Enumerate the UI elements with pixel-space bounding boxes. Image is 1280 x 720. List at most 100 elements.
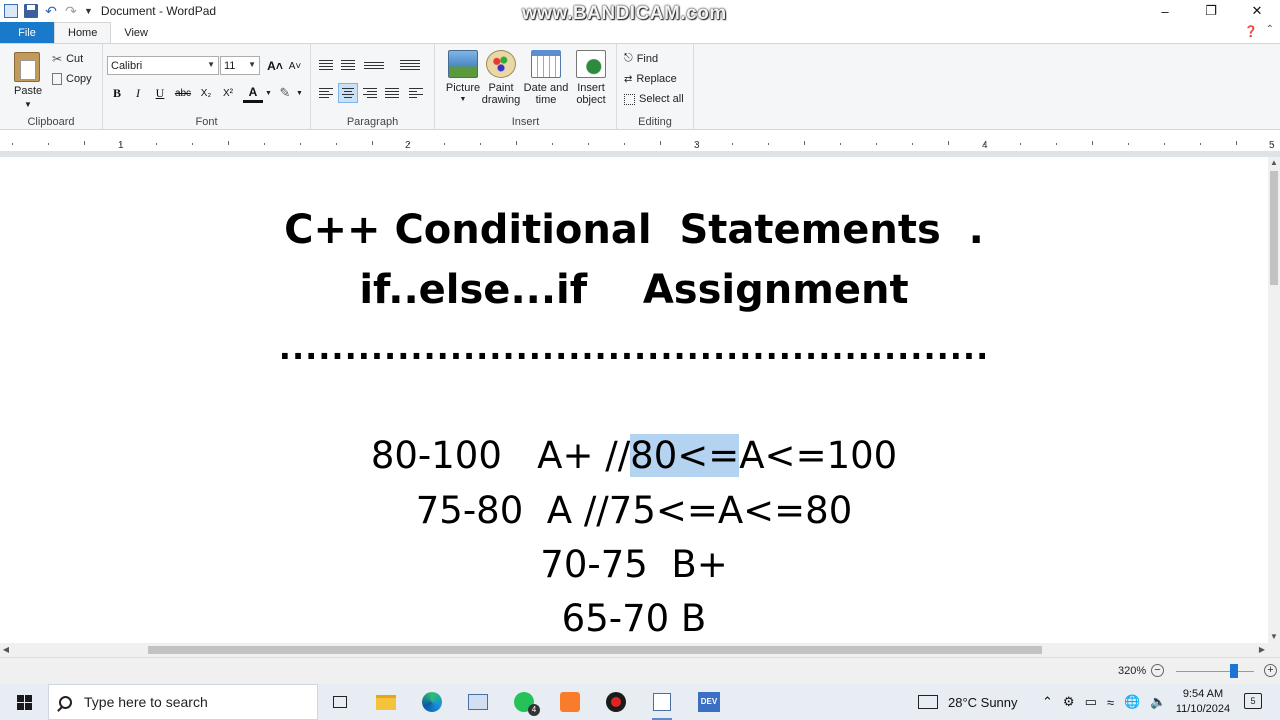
- bullet-list-icon[interactable]: [361, 55, 387, 75]
- chevron-down-icon[interactable]: ▼: [265, 90, 272, 97]
- chevron-down-icon[interactable]: ▼: [296, 90, 303, 97]
- date-time-button[interactable]: Date and time: [523, 50, 569, 106]
- redo-icon[interactable]: ↷: [64, 4, 78, 18]
- battery-icon[interactable]: ▭: [1085, 694, 1097, 710]
- start-button[interactable]: [0, 684, 48, 720]
- language-globe-icon[interactable]: 🌐: [1124, 694, 1140, 710]
- ruler-tick: [1164, 143, 1165, 145]
- dev-glyph: DEV: [698, 692, 720, 712]
- italic-button[interactable]: I: [128, 83, 148, 103]
- weather-widget[interactable]: 28°C Sunny: [918, 684, 1018, 720]
- shrink-font-icon[interactable]: A˅: [285, 56, 305, 76]
- ruler-tick: [1272, 143, 1273, 145]
- paragraph-group: Paragraph: [311, 44, 435, 130]
- xampp-icon[interactable]: [558, 690, 582, 714]
- strikethrough-button[interactable]: abc: [173, 83, 193, 103]
- horizontal-scroll-thumb[interactable]: [148, 646, 1042, 654]
- window-title: Document - WordPad: [100, 4, 217, 18]
- whatsapp-icon[interactable]: 4: [512, 690, 540, 716]
- ruler-tick: [480, 143, 481, 145]
- increase-indent-icon[interactable]: [338, 55, 358, 75]
- font-size-select[interactable]: 11 ▼: [220, 56, 260, 75]
- collapse-ribbon-icon[interactable]: ⌃: [1266, 24, 1274, 35]
- show-hidden-icons-icon[interactable]: ⌃: [1042, 694, 1053, 710]
- scroll-right-icon[interactable]: ▶: [1256, 643, 1268, 657]
- text-color-button[interactable]: A: [243, 83, 263, 103]
- taskbar-search-box[interactable]: Type here to search: [48, 684, 318, 720]
- font-family-value: Calibri: [111, 59, 143, 72]
- wordpad-taskbar-icon[interactable]: [650, 690, 674, 720]
- horizontal-scrollbar[interactable]: ◀ ▶: [0, 643, 1268, 657]
- vertical-scroll-thumb[interactable]: [1270, 171, 1278, 285]
- replace-button[interactable]: ⇄ Replace: [624, 73, 677, 85]
- align-center-icon[interactable]: [338, 83, 358, 103]
- dev-cpp-icon[interactable]: DEV: [697, 690, 721, 714]
- bold-button[interactable]: B: [107, 83, 127, 103]
- paragraph-group-label: Paragraph: [346, 116, 399, 128]
- find-button[interactable]: ⎋ Find: [624, 52, 658, 65]
- wordpad-app-icon[interactable]: [4, 4, 18, 18]
- close-button[interactable]: ✕: [1234, 0, 1280, 22]
- edge-browser-icon[interactable]: [420, 690, 444, 714]
- task-view-icon[interactable]: [328, 690, 352, 714]
- document-canvas[interactable]: C++ Conditional Statements . if..else...…: [0, 157, 1268, 643]
- zoom-slider-track[interactable]: [1176, 671, 1254, 672]
- tab-view[interactable]: View: [111, 22, 161, 43]
- select-all-button[interactable]: Select all: [624, 93, 684, 105]
- meet-now-icon[interactable]: ⚙: [1063, 694, 1075, 710]
- paste-icon[interactable]: [14, 52, 40, 82]
- file-explorer-icon[interactable]: [374, 690, 398, 714]
- scroll-up-icon[interactable]: ▲: [1268, 157, 1280, 169]
- decrease-indent-icon[interactable]: [316, 55, 336, 75]
- volume-icon[interactable]: 🔈: [1150, 694, 1166, 710]
- taskbar: Type here to search 4 DEV 28°C Sunny ⌃ ⚙…: [0, 684, 1280, 720]
- paste-button[interactable]: Paste: [14, 85, 42, 97]
- palette-icon: [486, 50, 516, 78]
- insert-object-button[interactable]: Insert object: [569, 50, 613, 106]
- maximize-button[interactable]: ❐: [1188, 0, 1234, 22]
- ruler-tick: [1200, 143, 1201, 145]
- align-left-icon[interactable]: [316, 83, 336, 103]
- grow-font-icon[interactable]: A˄: [265, 56, 285, 76]
- doc-grade-line-3: 70-75 B+: [540, 543, 728, 586]
- paste-dropdown-icon[interactable]: ▼: [24, 100, 32, 109]
- vertical-scrollbar[interactable]: ▲ ▼: [1268, 157, 1280, 643]
- customize-toolbar-icon[interactable]: ▼: [84, 6, 93, 16]
- ruler[interactable]: 1 2 3 4 5: [0, 131, 1280, 157]
- underline-button[interactable]: U: [150, 83, 170, 103]
- ruler-tick: [192, 143, 193, 145]
- help-icon[interactable]: ❓: [1244, 25, 1258, 38]
- insert-group: Picture ▼ Paint drawing Date and time In…: [435, 44, 617, 130]
- align-right-icon[interactable]: [360, 83, 380, 103]
- control-panel-icon[interactable]: [466, 690, 490, 714]
- ruler-tick: [1020, 143, 1021, 145]
- copy-button[interactable]: Copy: [52, 73, 92, 85]
- superscript-button[interactable]: X²: [218, 83, 238, 103]
- wifi-icon[interactable]: ≈: [1107, 695, 1114, 710]
- highlight-icon[interactable]: ✎: [275, 83, 295, 103]
- select-all-icon: [624, 93, 635, 105]
- line-spacing-icon[interactable]: [397, 55, 423, 75]
- tab-home[interactable]: Home: [54, 22, 112, 43]
- ruler-tick: [1092, 141, 1093, 145]
- taskbar-clock[interactable]: 9:54 AM 11/10/2024: [1172, 687, 1234, 717]
- minimize-button[interactable]: –: [1142, 0, 1188, 22]
- justify-icon[interactable]: [382, 83, 402, 103]
- monitor-glyph: [468, 694, 488, 710]
- font-family-select[interactable]: Calibri ▼: [107, 56, 219, 75]
- save-icon[interactable]: [24, 4, 38, 18]
- ruler-number: 2: [405, 140, 411, 151]
- paragraph-settings-icon[interactable]: [406, 83, 426, 103]
- subscript-button[interactable]: X₂: [196, 83, 216, 103]
- undo-icon[interactable]: ↶: [44, 4, 58, 18]
- notification-center-icon[interactable]: 5: [1244, 693, 1262, 709]
- bandicam-record-icon[interactable]: [604, 690, 628, 714]
- cut-button[interactable]: ✂ Cut: [52, 52, 83, 66]
- scroll-down-icon[interactable]: ▼: [1268, 631, 1280, 643]
- scroll-left-icon[interactable]: ◀: [0, 643, 12, 657]
- paint-drawing-button[interactable]: Paint drawing: [479, 50, 523, 106]
- tab-file[interactable]: File: [0, 22, 54, 43]
- zoom-out-icon[interactable]: −: [1151, 664, 1164, 677]
- zoom-in-icon[interactable]: +: [1264, 664, 1277, 677]
- zoom-slider-thumb[interactable]: [1230, 664, 1238, 678]
